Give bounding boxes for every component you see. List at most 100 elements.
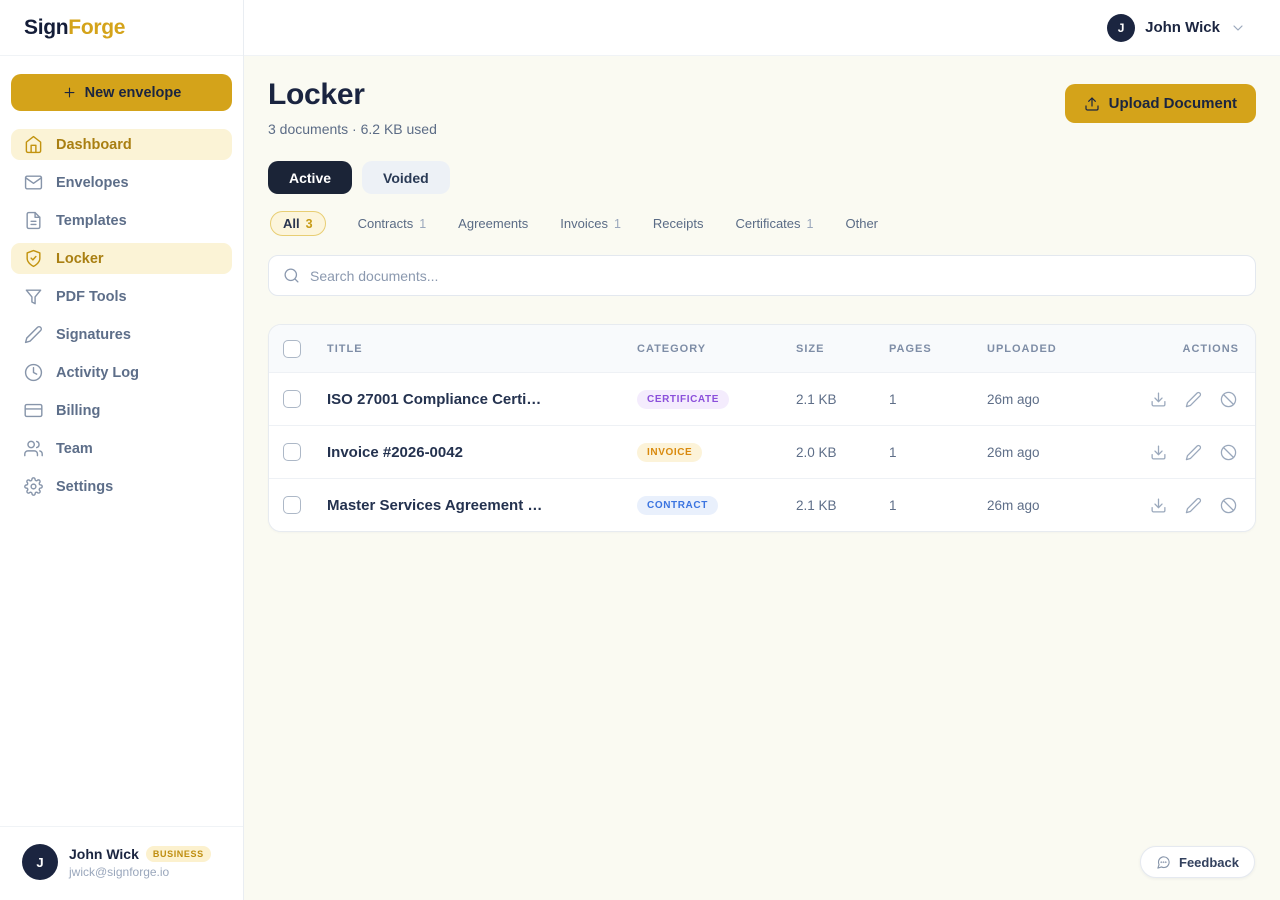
document-pages: 1 bbox=[889, 391, 897, 407]
plan-badge: BUSINESS bbox=[145, 845, 211, 862]
upload-document-button[interactable]: Upload Document bbox=[1064, 84, 1256, 123]
sidebar-item-label: Billing bbox=[56, 402, 101, 419]
column-header-category: CATEGORY bbox=[637, 342, 707, 355]
search-icon bbox=[284, 268, 299, 283]
download-icon bbox=[1150, 444, 1166, 460]
sidebar-item-label: Activity Log bbox=[56, 364, 139, 381]
download-icon bbox=[1150, 497, 1166, 513]
download-button[interactable] bbox=[1147, 441, 1169, 463]
sidebar-item-label: Signatures bbox=[56, 326, 131, 343]
filter-other[interactable]: Other bbox=[845, 216, 878, 231]
clock-icon bbox=[24, 363, 43, 382]
filter-contracts[interactable]: Contracts 1 bbox=[358, 216, 427, 231]
app-window: SignForge New envelope Dashboard Envelop… bbox=[0, 0, 1280, 900]
status-tabs: Active Voided bbox=[268, 161, 1256, 194]
category-badge: CERTIFICATE bbox=[637, 390, 729, 409]
tab-voided[interactable]: Voided bbox=[362, 161, 450, 194]
user-menu[interactable]: J John Wick bbox=[1107, 13, 1246, 42]
category-filters: All 3 Contracts 1 Agreements Invoices 1 Rec… bbox=[268, 211, 1256, 236]
brand-logo[interactable]: SignForge bbox=[24, 16, 125, 40]
documents-table: TITLE CATEGORY SIZE PAGES UPLOADED ACTIO… bbox=[268, 324, 1256, 532]
edit-button[interactable] bbox=[1182, 388, 1204, 410]
user-name: John Wick bbox=[1145, 19, 1220, 36]
document-size: 2.0 KB bbox=[796, 444, 837, 460]
brand-name-primary: Sign bbox=[24, 15, 69, 39]
sidebar-item-pdf-tools[interactable]: PDF Tools bbox=[11, 281, 232, 312]
sidebar-item-team[interactable]: Team bbox=[11, 433, 232, 464]
row-checkbox[interactable] bbox=[283, 443, 301, 461]
download-button[interactable] bbox=[1147, 494, 1169, 516]
sidebar-profile[interactable]: J John Wick BUSINESS jwick@signforge.io bbox=[0, 826, 243, 900]
sidebar-item-envelopes[interactable]: Envelopes bbox=[11, 167, 232, 198]
credit-card-icon bbox=[24, 401, 43, 420]
sidebar-item-signatures[interactable]: Signatures bbox=[11, 319, 232, 350]
page-subtitle: 3 documents · 6.2 KB used bbox=[268, 121, 437, 137]
shield-check-icon bbox=[24, 249, 43, 268]
document-size: 2.1 KB bbox=[796, 391, 837, 407]
filter-agreements[interactable]: Agreements bbox=[458, 216, 528, 231]
filter-all[interactable]: All 3 bbox=[270, 211, 326, 236]
filter-certificates[interactable]: Certificates 1 bbox=[736, 216, 814, 231]
profile-name: John Wick bbox=[69, 845, 139, 862]
sidebar-item-settings[interactable]: Settings bbox=[11, 471, 232, 502]
sidebar-item-label: Settings bbox=[56, 478, 114, 495]
filter-receipts[interactable]: Receipts bbox=[653, 216, 704, 231]
new-envelope-button[interactable]: New envelope bbox=[11, 74, 232, 111]
edit-button[interactable] bbox=[1182, 494, 1204, 516]
page-title: Locker bbox=[268, 78, 365, 111]
gear-icon bbox=[24, 477, 43, 496]
sidebar-item-label: Team bbox=[56, 440, 93, 457]
void-button[interactable] bbox=[1217, 441, 1239, 463]
search-input[interactable] bbox=[310, 267, 1241, 284]
tab-active[interactable]: Active bbox=[268, 161, 353, 194]
envelope-icon bbox=[24, 173, 43, 192]
void-icon bbox=[1220, 497, 1236, 513]
sidebar-item-label: PDF Tools bbox=[56, 288, 127, 305]
plus-icon bbox=[64, 87, 75, 98]
sidebar-item-templates[interactable]: Templates bbox=[11, 205, 232, 236]
row-checkbox[interactable] bbox=[283, 496, 301, 514]
table-row: Invoice #2026-0042 INVOICE 2.0 KB 1 26m … bbox=[269, 425, 1255, 478]
column-header-pages: PAGES bbox=[889, 342, 932, 355]
document-uploaded: 26m ago bbox=[987, 444, 1040, 460]
topbar: J John Wick bbox=[244, 0, 1280, 56]
column-header-size: SIZE bbox=[796, 342, 825, 355]
document-icon bbox=[24, 211, 43, 230]
sidebar-item-activity-log[interactable]: Activity Log bbox=[11, 357, 232, 388]
search-bar bbox=[268, 255, 1256, 296]
filter-invoices[interactable]: Invoices 1 bbox=[560, 216, 621, 231]
sidebar-item-locker[interactable]: Locker bbox=[11, 243, 232, 274]
users-icon bbox=[24, 439, 43, 458]
edit-button[interactable] bbox=[1182, 441, 1204, 463]
void-button[interactable] bbox=[1217, 494, 1239, 516]
avatar: J bbox=[22, 844, 58, 880]
document-title[interactable]: Master Services Agreement … bbox=[327, 497, 637, 514]
chevron-down-icon bbox=[1230, 20, 1246, 36]
sidebar-item-billing[interactable]: Billing bbox=[11, 395, 232, 426]
select-all-checkbox[interactable] bbox=[283, 339, 301, 358]
sidebar: SignForge New envelope Dashboard Envelop… bbox=[0, 0, 244, 900]
column-header-title: TITLE bbox=[327, 342, 363, 355]
table-header-row: TITLE CATEGORY SIZE PAGES UPLOADED ACTIO… bbox=[269, 325, 1255, 372]
sidebar-nav: New envelope Dashboard Envelopes Templat… bbox=[0, 56, 243, 826]
feedback-label: Feedback bbox=[1179, 854, 1239, 870]
void-button[interactable] bbox=[1217, 388, 1239, 410]
edit-icon bbox=[1185, 444, 1201, 460]
profile-email: jwick@signforge.io bbox=[69, 864, 170, 879]
new-envelope-label: New envelope bbox=[84, 84, 182, 101]
document-pages: 1 bbox=[889, 444, 897, 460]
sidebar-item-dashboard[interactable]: Dashboard bbox=[11, 129, 232, 160]
category-badge: INVOICE bbox=[637, 443, 703, 462]
document-pages: 1 bbox=[889, 497, 897, 513]
chat-bubble-icon bbox=[1157, 855, 1170, 869]
logo-bar: SignForge bbox=[0, 0, 243, 56]
row-checkbox[interactable] bbox=[283, 390, 301, 408]
document-title[interactable]: ISO 27001 Compliance Certi… bbox=[327, 391, 637, 408]
feedback-button[interactable]: Feedback bbox=[1140, 846, 1255, 878]
sidebar-item-label: Templates bbox=[56, 212, 127, 229]
edit-icon bbox=[1185, 497, 1201, 513]
download-button[interactable] bbox=[1147, 388, 1169, 410]
document-title[interactable]: Invoice #2026-0042 bbox=[327, 444, 637, 461]
brand-name-secondary: Forge bbox=[68, 15, 126, 39]
locker-page: Locker 3 documents · 6.2 KB used Upload … bbox=[244, 56, 1280, 900]
